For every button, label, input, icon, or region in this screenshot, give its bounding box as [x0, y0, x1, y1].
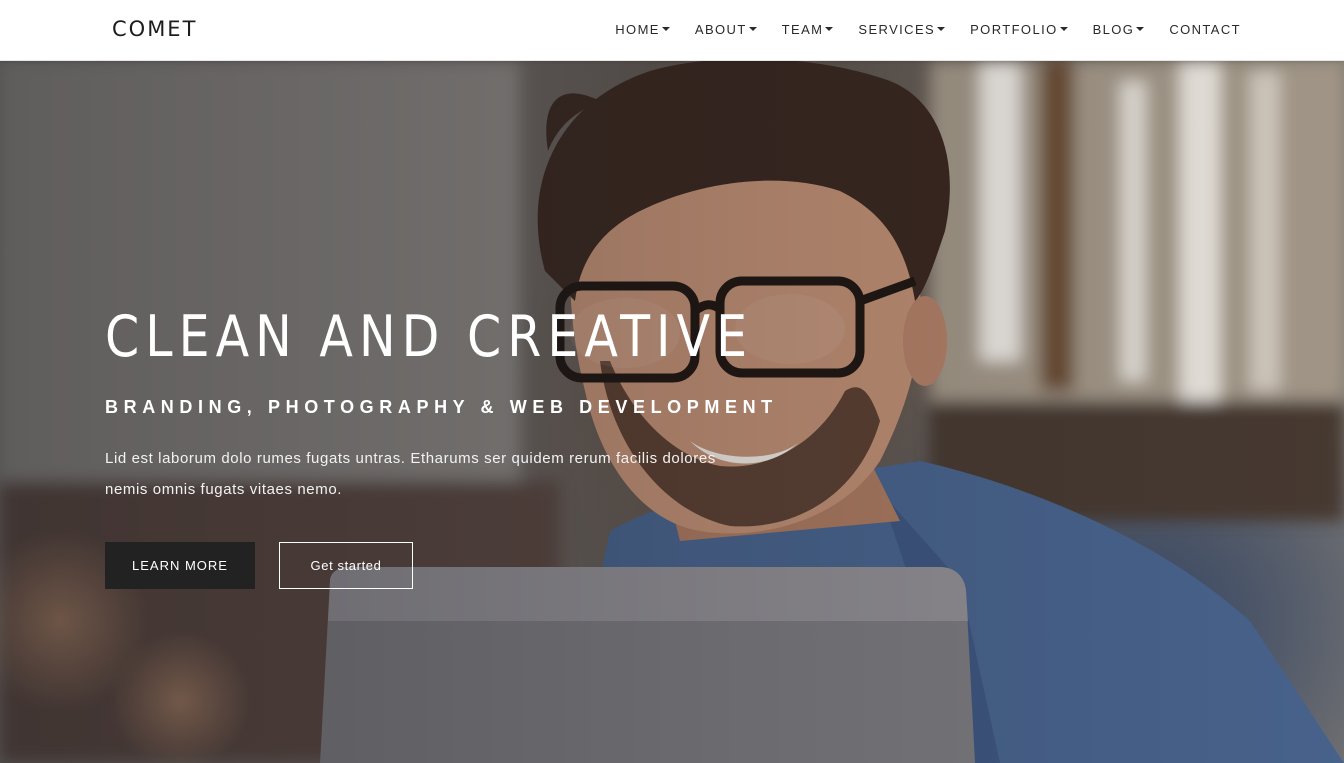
hero-content: CLEAN AND CREATIVE BRANDING, PHOTOGRAPHY…	[105, 301, 778, 505]
hero-subtitle: BRANDING, PHOTOGRAPHY & WEB DEVELOPMENT	[105, 397, 778, 417]
caret-down-icon	[748, 27, 757, 31]
nav-item-about[interactable]: ABOUT	[695, 20, 757, 38]
hero-section: CLEAN AND CREATIVE BRANDING, PHOTOGRAPHY…	[0, 61, 1344, 763]
nav-item-team[interactable]: TEAM	[782, 20, 834, 38]
nav-item-label: SERVICES	[858, 21, 936, 37]
nav-item-services[interactable]: SERVICES	[858, 20, 946, 38]
nav-item-home[interactable]: HOME	[615, 20, 670, 38]
nav-item-label: PORTFOLIO	[970, 21, 1058, 37]
learn-more-button[interactable]: LEARN MORE	[105, 542, 255, 589]
caret-down-icon	[825, 27, 834, 31]
hero-description: Lid est laborum dolo rumes fugats untras…	[105, 450, 716, 498]
caret-down-icon	[1059, 27, 1068, 31]
caret-down-icon	[661, 27, 670, 31]
nav-item-label: HOME	[615, 21, 660, 37]
page: COMET HOME ABOUT TEAM SERVICES PORTFOLIO	[0, 0, 1344, 763]
hero-actions: LEARN MORE Get started	[105, 542, 413, 589]
nav-item-label: TEAM	[781, 21, 824, 37]
nav-item-blog[interactable]: BLOG	[1093, 20, 1145, 38]
nav-item-label: ABOUT	[694, 21, 747, 37]
hero-title: CLEAN AND CREATIVE	[105, 304, 754, 370]
nav-item-contact[interactable]: CONTACT	[1169, 20, 1241, 38]
nav-item-label: CONTACT	[1169, 21, 1241, 37]
site-logo[interactable]: COMET	[112, 16, 197, 42]
get-started-button[interactable]: Get started	[279, 542, 413, 589]
nav-item-label: BLOG	[1092, 21, 1135, 37]
caret-down-icon	[937, 27, 946, 31]
site-header: COMET HOME ABOUT TEAM SERVICES PORTFOLIO	[0, 0, 1344, 61]
nav-item-portfolio[interactable]: PORTFOLIO	[970, 20, 1068, 38]
main-nav: HOME ABOUT TEAM SERVICES PORTFOLIO BLOG	[615, 20, 1241, 38]
caret-down-icon	[1136, 27, 1145, 31]
